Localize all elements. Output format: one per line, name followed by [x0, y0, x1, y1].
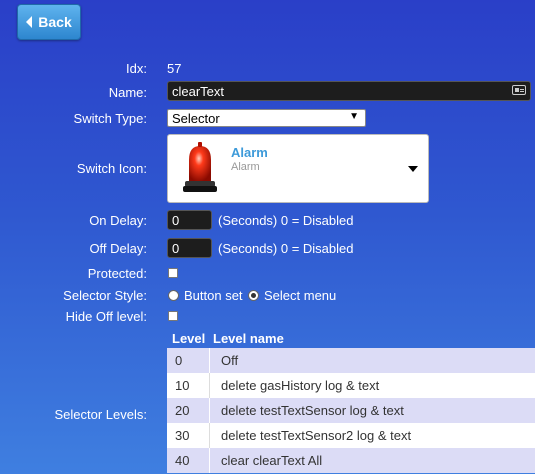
level-value: 40	[167, 448, 210, 473]
dropdown-arrow-icon: ▼	[349, 111, 359, 122]
on-delay-hint: (Seconds) 0 = Disabled	[218, 213, 354, 228]
level-row[interactable]: 30 delete testTextSensor2 log & text	[167, 423, 535, 448]
switch-type-value: Selector	[172, 111, 220, 126]
level-name: delete gasHistory log & text	[221, 378, 380, 393]
level-value: 30	[167, 423, 210, 448]
off-delay-hint: (Seconds) 0 = Disabled	[218, 241, 354, 256]
chevron-down-icon[interactable]	[408, 166, 418, 172]
off-delay-input[interactable]	[167, 238, 212, 258]
style-selectmenu-label: Select menu	[264, 288, 337, 303]
icon-title: Alarm	[231, 145, 268, 160]
name-label: Name:	[108, 85, 147, 100]
protected-label: Protected:	[87, 266, 147, 281]
idx-label: Idx:	[126, 61, 147, 76]
alarm-beacon-icon	[183, 142, 217, 192]
protected-checkbox[interactable]	[168, 268, 178, 278]
idx-value: 57	[167, 61, 182, 76]
selector-levels-label: Selector Levels:	[54, 407, 148, 422]
level-name: delete testTextSensor log & text	[221, 403, 404, 418]
level-name: Off	[221, 353, 239, 368]
contact-card-icon[interactable]	[512, 85, 526, 95]
switch-icon-label: Switch Icon:	[76, 161, 147, 176]
back-button-label: Back	[38, 14, 72, 30]
chevron-left-icon	[26, 16, 33, 28]
style-selectmenu-radio[interactable]	[248, 290, 259, 301]
switch-type-select[interactable]: Selector ▼	[167, 109, 366, 127]
level-name: clear clearText All	[221, 453, 323, 468]
style-buttonset-label: Button set	[184, 288, 243, 303]
back-button[interactable]: Back	[17, 4, 81, 40]
hide-off-checkbox[interactable]	[168, 311, 178, 321]
level-name: delete testTextSensor2 log & text	[221, 428, 412, 443]
switch-type-label: Switch Type:	[73, 111, 147, 126]
style-buttonset-radio[interactable]	[168, 290, 179, 301]
levels-header-name: Level name	[213, 331, 284, 346]
level-value: 20	[167, 398, 210, 423]
levels-header-level: Level	[172, 331, 206, 346]
level-row[interactable]: 10 delete gasHistory log & text	[167, 373, 535, 398]
off-delay-label: Off Delay:	[89, 241, 147, 256]
name-input[interactable]	[167, 81, 531, 101]
on-delay-label: On Delay:	[89, 213, 147, 228]
level-row[interactable]: 40 clear clearText All	[167, 448, 535, 473]
selector-style-label: Selector Style:	[63, 288, 147, 303]
level-value: 0	[167, 348, 210, 373]
switch-icon-select[interactable]: Alarm Alarm	[167, 134, 429, 203]
level-row[interactable]: 0 Off	[167, 348, 535, 373]
on-delay-input[interactable]	[167, 210, 212, 230]
hide-off-label: Hide Off level:	[65, 309, 147, 324]
level-row[interactable]: 20 delete testTextSensor log & text	[167, 398, 535, 423]
level-value: 10	[167, 373, 210, 398]
icon-subtitle: Alarm	[231, 161, 260, 173]
